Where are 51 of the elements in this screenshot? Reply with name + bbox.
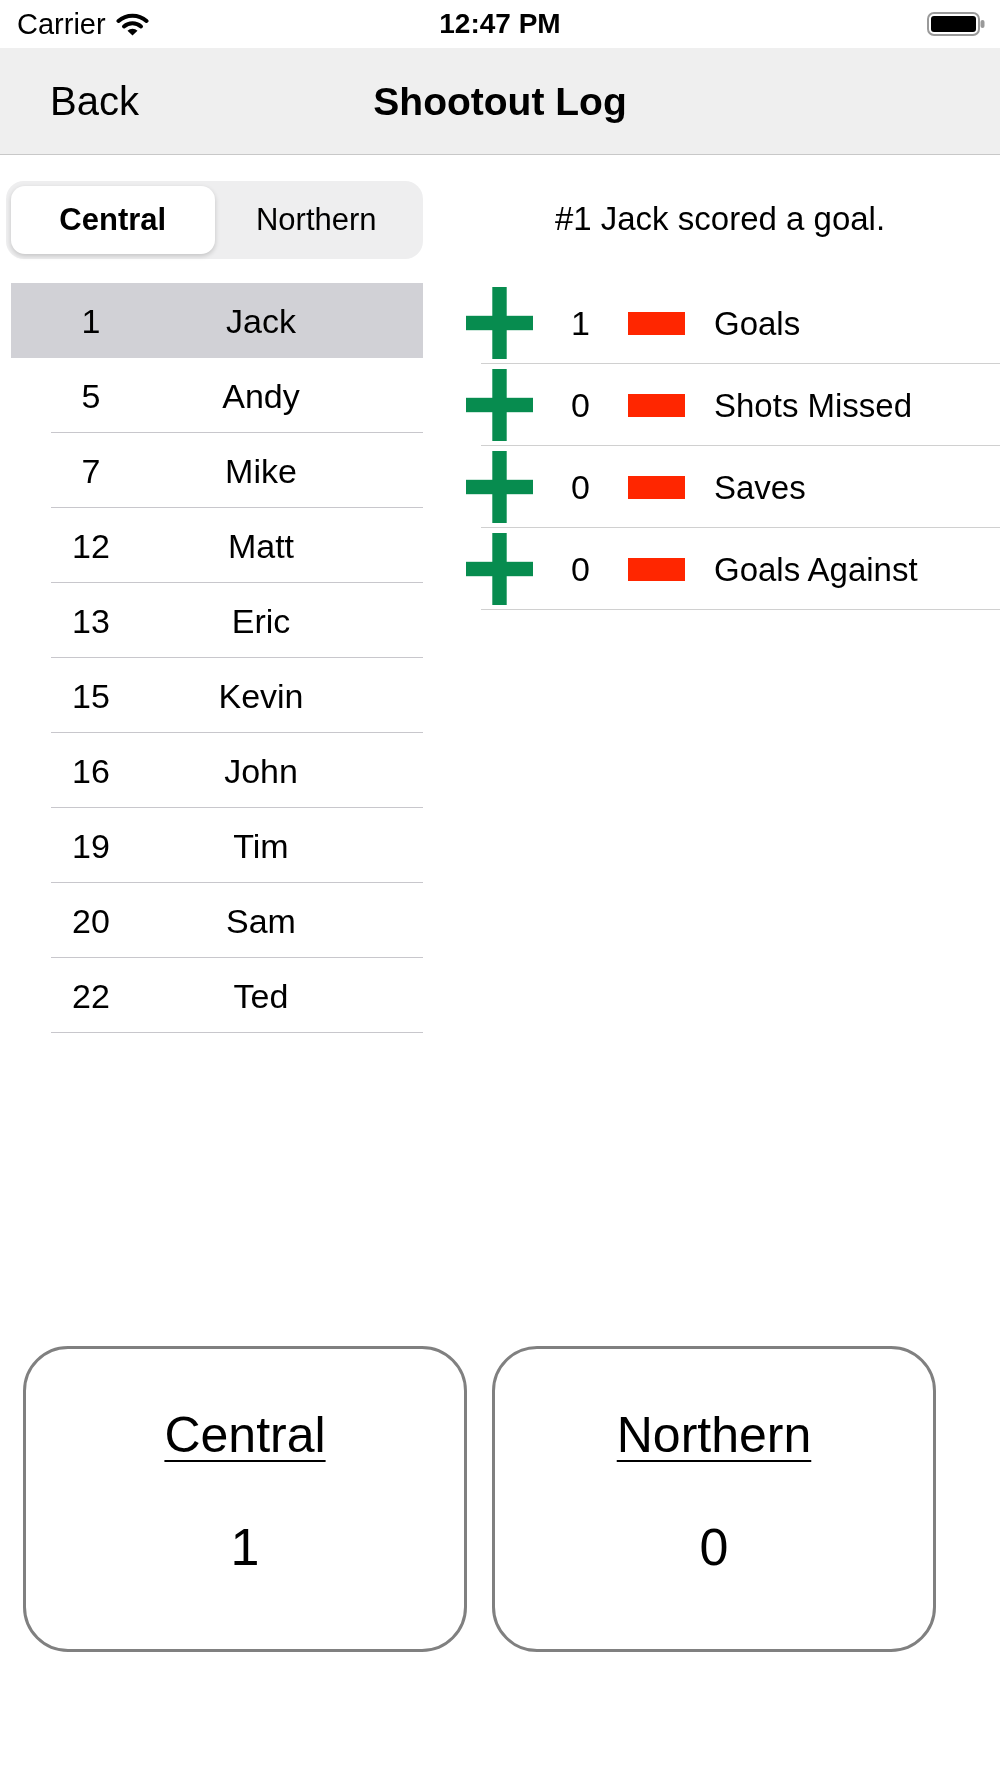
- plus-icon[interactable]: [466, 287, 533, 359]
- wifi-icon: [115, 12, 149, 36]
- team-score: 0: [699, 1517, 729, 1577]
- carrier-label: Carrier: [17, 9, 106, 39]
- player-name: Sam: [225, 903, 297, 938]
- nav-title: Shootout Log: [373, 81, 627, 121]
- player-name: Matt: [226, 528, 296, 563]
- player-number: 22: [71, 978, 111, 1013]
- team-score: 1: [230, 1517, 260, 1577]
- stat-label: Goals: [714, 306, 801, 340]
- player-name: John: [223, 753, 299, 788]
- player-number: 13: [71, 603, 111, 638]
- team-name: Central: [164, 1406, 326, 1465]
- player-number: 20: [71, 903, 111, 938]
- stat-label: Saves: [714, 470, 806, 504]
- stat-value: 0: [570, 552, 591, 586]
- player-name: Tim: [232, 828, 290, 863]
- player-number: 5: [80, 378, 102, 413]
- player-number: 12: [71, 528, 111, 563]
- minus-icon[interactable]: [628, 475, 685, 499]
- player-number: 1: [80, 303, 102, 338]
- stat-label: Shots Missed: [714, 388, 913, 422]
- status-time: 12:47 PM: [439, 10, 561, 38]
- player-name: Andy: [221, 378, 301, 413]
- player-number: 15: [71, 678, 111, 713]
- player-number: 16: [71, 753, 111, 788]
- status-message: #1 Jack scored a goal.: [554, 199, 886, 239]
- stat-label: Goals Against: [714, 552, 918, 586]
- stat-value: 0: [570, 470, 591, 504]
- player-name: Jack: [225, 303, 297, 338]
- plus-icon[interactable]: [466, 369, 533, 441]
- segmented-control[interactable]: Central Northern: [6, 181, 423, 259]
- player-name: Kevin: [217, 678, 305, 713]
- minus-icon[interactable]: [628, 311, 685, 335]
- back-button[interactable]: Back: [50, 81, 139, 121]
- player-name: Ted: [232, 978, 290, 1013]
- team-tab[interactable]: Northern: [214, 186, 418, 254]
- minus-icon[interactable]: [628, 393, 685, 417]
- plus-icon[interactable]: [466, 451, 533, 523]
- plus-icon[interactable]: [466, 533, 533, 605]
- player-number: 7: [80, 453, 102, 488]
- stat-value: 1: [570, 306, 591, 340]
- player-name: Mike: [224, 453, 298, 488]
- battery-icon: [927, 12, 985, 36]
- player-name: Eric: [230, 603, 292, 638]
- minus-icon[interactable]: [628, 557, 685, 581]
- player-number: 19: [71, 828, 111, 863]
- team-name: Northern: [616, 1406, 812, 1465]
- team-tab[interactable]: Central: [11, 186, 215, 254]
- stat-value: 0: [570, 388, 591, 422]
- player-row[interactable]: 1 Jack: [11, 283, 423, 358]
